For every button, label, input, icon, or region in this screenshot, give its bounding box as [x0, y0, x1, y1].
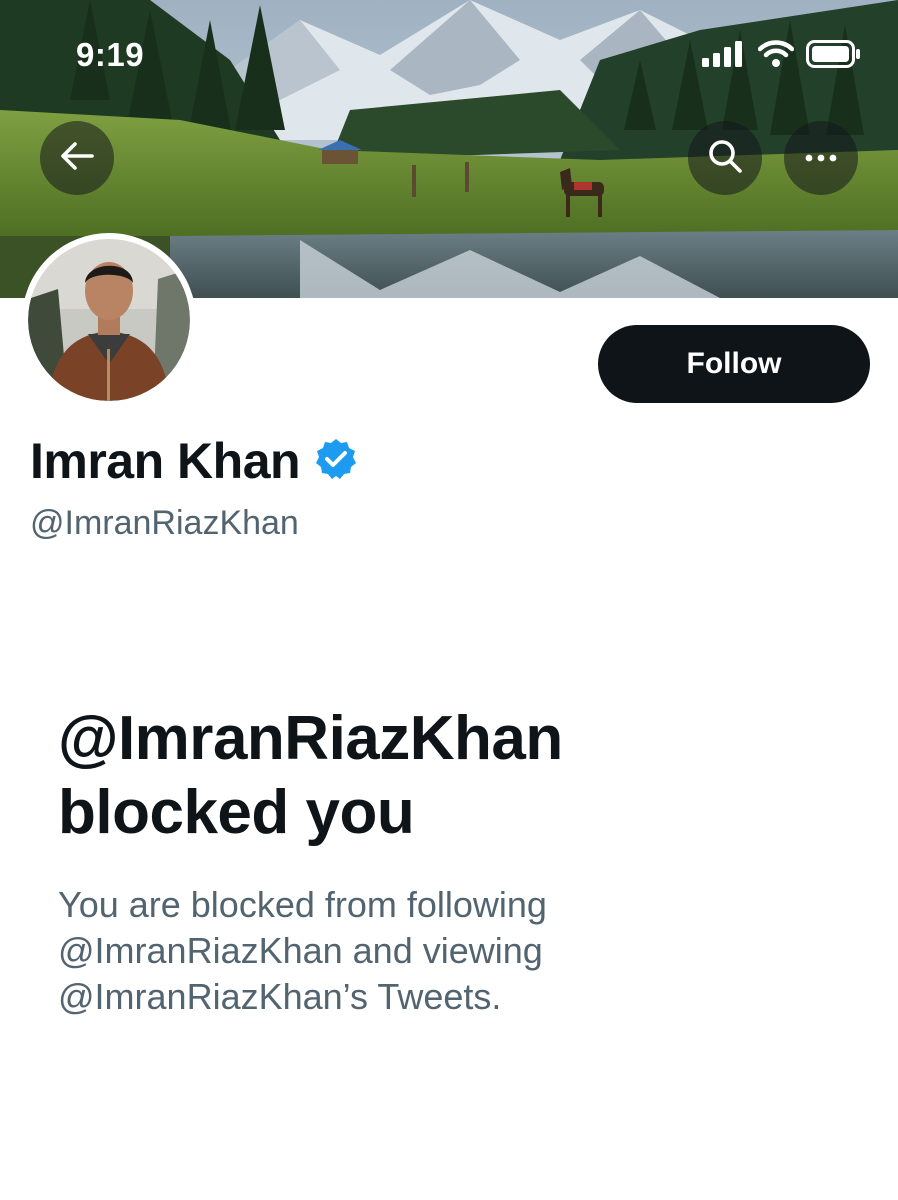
search-icon [707, 138, 743, 179]
blocked-description-line: @ImranRiazKhan’s Tweets. [58, 976, 502, 1017]
blocked-title-line: blocked you [58, 778, 415, 847]
profile-handle: @ImranRiazKhan [30, 504, 299, 542]
blocked-description-line: You are blocked from following [58, 884, 547, 925]
profile-name-row: Imran Khan [30, 432, 358, 490]
blocked-title-line: @ImranRiazKhan [58, 704, 563, 773]
verified-badge-icon [314, 437, 358, 486]
blocked-description: You are blocked from following @ImranRia… [58, 882, 858, 1020]
profile-display-name: Imran Khan [30, 433, 301, 489]
status-icons [702, 40, 862, 73]
status-bar: 9:19 [0, 0, 898, 110]
wifi-icon [757, 40, 795, 73]
status-time: 9:19 [76, 36, 145, 73]
blocked-description-line: @ImranRiazKhan and viewing [58, 930, 543, 971]
more-options-button[interactable] [784, 121, 858, 195]
more-horizontal-icon [805, 149, 837, 167]
search-button[interactable] [688, 121, 762, 195]
follow-button[interactable]: Follow [598, 325, 870, 403]
battery-icon [806, 40, 862, 73]
arrow-left-icon [60, 141, 94, 176]
back-button[interactable] [40, 121, 114, 195]
profile-avatar[interactable] [22, 233, 196, 407]
blocked-title: @ImranRiazKhan blocked you [58, 702, 858, 850]
cellular-signal-icon [702, 41, 746, 72]
